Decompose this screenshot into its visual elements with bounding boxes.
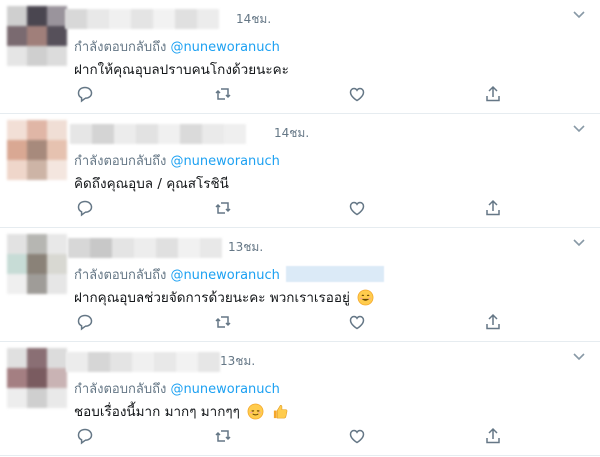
reply-handle-link[interactable]: @nuneworanuch xyxy=(170,268,279,283)
tweet-item[interactable]: 13ชม. กำลังตอบกลับถึง @nuneworanuch ชอบเ… xyxy=(0,342,600,456)
share-icon[interactable] xyxy=(484,85,502,103)
chevron-down-icon[interactable] xyxy=(572,352,586,362)
author-name-blurred[interactable] xyxy=(65,9,219,29)
retweet-icon[interactable] xyxy=(214,427,232,445)
avatar[interactable] xyxy=(7,348,67,412)
reply-prefix: กำลังตอบกลับถึง xyxy=(74,268,167,283)
retweet-icon[interactable] xyxy=(214,85,232,103)
reply-prefix: กำลังตอบกลับถึง xyxy=(74,40,167,55)
share-icon[interactable] xyxy=(484,427,502,445)
avatar[interactable] xyxy=(7,234,67,298)
author-name-blurred[interactable] xyxy=(66,352,220,372)
retweet-icon[interactable] xyxy=(214,313,232,331)
chevron-down-icon[interactable] xyxy=(572,124,586,134)
reply-icon[interactable] xyxy=(76,199,94,217)
tweet-text: ฝากคุณอุบลช่วยจัดการด้วยนะคะ พวกเราเรออย… xyxy=(74,286,374,308)
reply-prefix: กำลังตอบกลับถึง xyxy=(74,154,167,169)
tweet-item[interactable]: 13ชม. กำลังตอบกลับถึง @nuneworanuch ฝากค… xyxy=(0,228,600,342)
reply-context: กำลังตอบกลับถึง @nuneworanuch xyxy=(74,150,280,171)
relieved-face-emoji xyxy=(247,403,264,420)
reply-handle-link[interactable]: @nuneworanuch xyxy=(170,154,279,169)
like-icon[interactable] xyxy=(348,427,366,445)
tweet-actions xyxy=(76,199,516,217)
reply-icon[interactable] xyxy=(76,85,94,103)
reply-icon[interactable] xyxy=(76,427,94,445)
tweet-text: ฝากให้คุณอุบลปราบคนโกงด้วยนะคะ xyxy=(74,62,289,78)
tweet-text: คิดถึงคุณอุบล / คุณสโรชินี xyxy=(74,176,229,192)
share-icon[interactable] xyxy=(484,199,502,217)
chevron-down-icon[interactable] xyxy=(572,10,586,20)
tweet-timestamp[interactable]: 13ชม. xyxy=(228,238,263,257)
avatar[interactable] xyxy=(7,120,67,184)
smiling-face-emoji xyxy=(357,289,374,306)
reply-handle-link[interactable]: @nuneworanuch xyxy=(170,382,279,397)
author-name-blurred[interactable] xyxy=(68,238,222,258)
share-icon[interactable] xyxy=(484,313,502,331)
tweet-actions xyxy=(76,427,516,445)
tweet-actions xyxy=(76,313,516,331)
tweet-actions xyxy=(76,85,516,103)
like-icon[interactable] xyxy=(348,199,366,217)
reply-context: กำลังตอบกลับถึง @nuneworanuch xyxy=(74,378,280,399)
thumbs-up-emoji xyxy=(273,405,287,419)
chevron-down-icon[interactable] xyxy=(572,238,586,248)
like-icon[interactable] xyxy=(348,85,366,103)
tweet-text-content: ชอบเรื่องนี้มาก มากๆ มากๆๆ xyxy=(74,404,240,420)
tweet-timestamp[interactable]: 13ชม. xyxy=(220,352,255,371)
tweet-timestamp[interactable]: 14ชม. xyxy=(236,10,271,29)
tweet-item[interactable]: 14ชม. กำลังตอบกลับถึง @nuneworanuch คิดถ… xyxy=(0,114,600,228)
reply-icon[interactable] xyxy=(76,313,94,331)
tweet-text: ชอบเรื่องนี้มาก มากๆ มากๆๆ xyxy=(74,400,289,422)
reply-prefix: กำลังตอบกลับถึง xyxy=(74,382,167,397)
reply-handle-blurred[interactable] xyxy=(285,266,384,282)
retweet-icon[interactable] xyxy=(214,199,232,217)
avatar[interactable] xyxy=(7,6,67,70)
reply-handle-link[interactable]: @nuneworanuch xyxy=(170,40,279,55)
author-name-blurred[interactable] xyxy=(70,124,246,144)
reply-context: กำลังตอบกลับถึง @nuneworanuch xyxy=(74,36,280,57)
tweet-text-content: ฝากคุณอุบลช่วยจัดการด้วยนะคะ พวกเราเรออย… xyxy=(74,290,350,306)
like-icon[interactable] xyxy=(348,313,366,331)
tweet-item[interactable]: 14ชม. กำลังตอบกลับถึง @nuneworanuch ฝากใ… xyxy=(0,0,600,114)
tweet-timestamp[interactable]: 14ชม. xyxy=(274,124,309,143)
reply-context: กำลังตอบกลับถึง @nuneworanuch xyxy=(74,264,384,285)
